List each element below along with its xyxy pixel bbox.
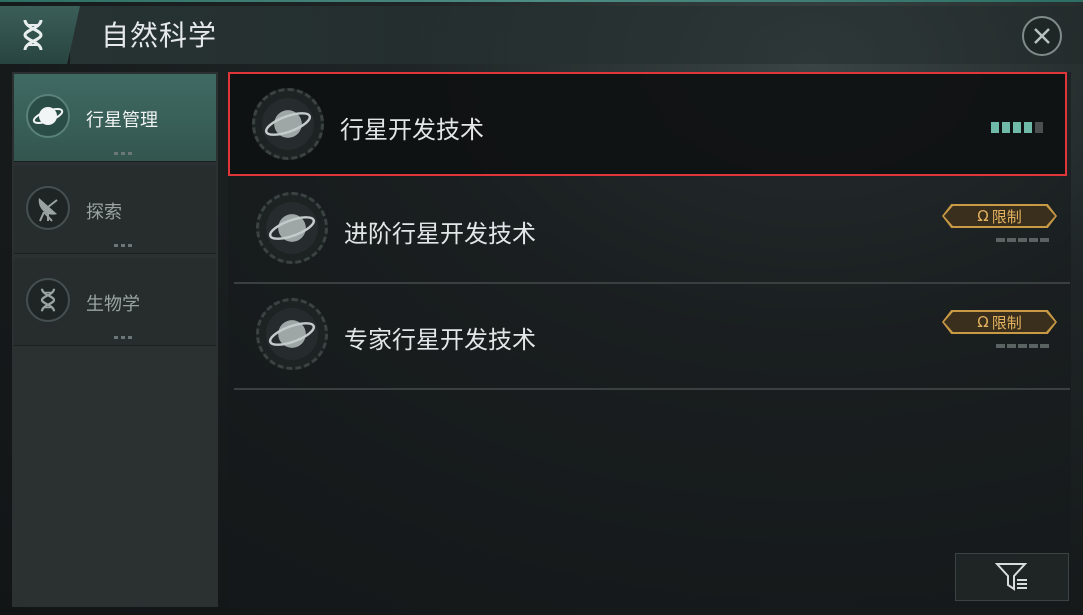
progress-segment: [991, 122, 999, 133]
planet-icon: [26, 94, 70, 138]
page-title: 自然科学: [101, 19, 218, 52]
level-progress: [991, 122, 1043, 133]
sidebar-item-exploration[interactable]: 探索: [14, 166, 216, 254]
sidebar-item-label: 探索: [86, 202, 122, 223]
tech-list: 行星开发技术 进阶行星开发技术 Ω 限制 专家行星开发技术 Ω 限制: [228, 72, 1071, 607]
progress-segment: [1024, 122, 1032, 133]
level-progress: [996, 238, 1050, 242]
more-dots: [114, 336, 132, 339]
sidebar-item-label: 生物学: [86, 294, 140, 315]
tech-row-expert-planet-development[interactable]: 专家行星开发技术 Ω 限制: [234, 284, 1070, 390]
tech-row-advanced-planet-development[interactable]: 进阶行星开发技术 Ω 限制: [234, 178, 1070, 284]
planet-icon: [252, 88, 324, 160]
sidebar-item-label: 行星管理: [86, 110, 158, 131]
more-dots: [114, 152, 132, 155]
tech-name: 专家行星开发技术: [344, 326, 536, 354]
badge-label: 限制: [991, 313, 1022, 332]
tech-name: 进阶行星开发技术: [344, 220, 536, 248]
sidebar-item-planet-management[interactable]: 行星管理: [14, 74, 216, 162]
tech-row-planet-development[interactable]: 行星开发技术: [228, 72, 1067, 176]
close-icon: [1034, 28, 1050, 44]
more-dots: [114, 244, 132, 247]
progress-segment: [1035, 122, 1043, 133]
dna-icon: [23, 19, 43, 51]
dna-icon: [26, 278, 70, 322]
badge-label: 限制: [991, 207, 1022, 226]
category-tab: [0, 6, 80, 64]
header-bar: [70, 6, 1083, 64]
planet-icon: [256, 192, 328, 264]
omega-icon: Ω: [977, 207, 989, 225]
header: 自然科学: [0, 0, 1083, 64]
restricted-badge: Ω 限制: [942, 310, 1057, 334]
restricted-badge: Ω 限制: [942, 204, 1057, 228]
filter-icon: [995, 563, 1028, 591]
omega-icon: Ω: [977, 313, 989, 331]
level-progress: [996, 344, 1050, 348]
close-button[interactable]: [1022, 16, 1062, 56]
sidebar-item-biology[interactable]: 生物学: [14, 258, 216, 346]
progress-segment: [1013, 122, 1021, 133]
sidebar: 行星管理 探索 生物学: [12, 72, 218, 607]
planet-icon: [256, 298, 328, 370]
tech-name: 行星开发技术: [340, 116, 484, 144]
satellite-dish-icon: [26, 186, 70, 230]
progress-segment: [1002, 122, 1010, 133]
filter-button[interactable]: [955, 553, 1069, 601]
